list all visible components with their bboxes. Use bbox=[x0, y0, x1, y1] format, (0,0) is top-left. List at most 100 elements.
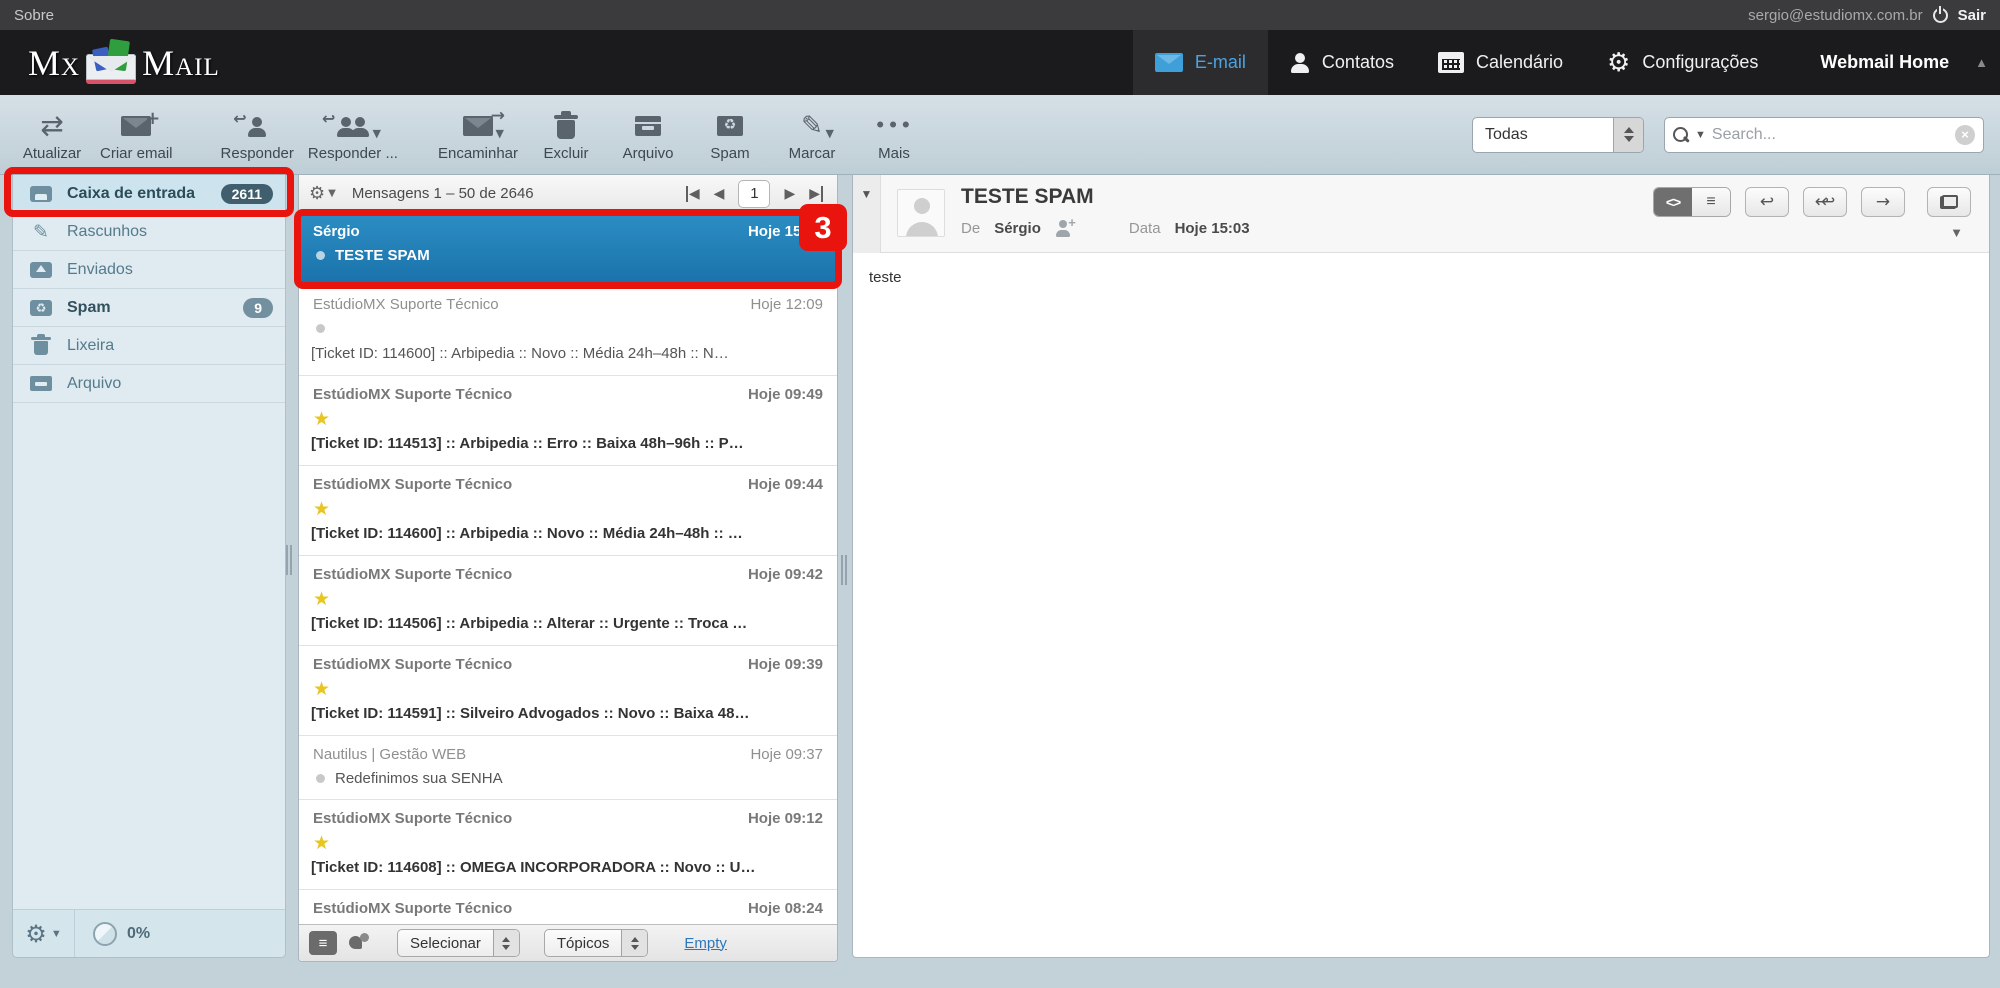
nav-webmail-home[interactable]: Webmail Home bbox=[1780, 52, 1975, 73]
sender: Nautilus | Gestão WEB bbox=[313, 746, 466, 763]
about-link[interactable]: Sobre bbox=[14, 7, 54, 24]
prev-page-button[interactable]: ◀ bbox=[714, 186, 725, 202]
page-input[interactable] bbox=[738, 180, 770, 208]
list-splitter[interactable] bbox=[841, 555, 849, 585]
more-button[interactable]: ••• Mais bbox=[856, 104, 932, 166]
inbox-icon bbox=[30, 186, 52, 202]
archive-folder-icon bbox=[30, 376, 52, 391]
trash-label: Lixeira bbox=[67, 337, 273, 355]
archive-button[interactable]: Arquivo bbox=[610, 104, 686, 166]
search-options-caret-icon[interactable]: ▼ bbox=[1695, 129, 1706, 141]
date: Hoje 12:09 bbox=[750, 296, 823, 313]
forward-button[interactable]: → ▼ Encaminhar bbox=[434, 104, 522, 166]
mark-button[interactable]: ✎ ▼ Marcar bbox=[774, 104, 850, 166]
unread-dot-icon[interactable] bbox=[316, 324, 325, 333]
unread-dot-icon[interactable] bbox=[316, 774, 325, 783]
message-row[interactable]: EstúdioMX Suporte TécnicoHoje 12:09 [Tic… bbox=[299, 286, 837, 376]
sidebar-item-inbox[interactable]: Caixa de entrada 2611 bbox=[13, 175, 285, 213]
date: Hoje 15:03 bbox=[748, 223, 823, 240]
list-mode-button[interactable]: ≡ bbox=[309, 931, 337, 955]
last-page-button[interactable]: ▶ bbox=[809, 186, 823, 202]
collapse-headers-button[interactable]: ▼ bbox=[853, 175, 881, 253]
refresh-button[interactable]: ⇄ Atualizar bbox=[14, 104, 90, 166]
logo-text-mail: Mail bbox=[142, 42, 220, 84]
first-page-button[interactable]: ◀ bbox=[686, 186, 700, 202]
message-row[interactable]: EstúdioMX Suporte TécnicoHoje 09:44 ★[Ti… bbox=[299, 466, 837, 556]
reply-button[interactable]: ↩ Responder bbox=[217, 104, 298, 166]
message-row[interactable]: SérgioHoje 15:03 TESTE SPAM bbox=[299, 213, 837, 286]
forward-quick-button[interactable]: → bbox=[1861, 187, 1905, 217]
nav-calendario[interactable]: Calendário bbox=[1416, 30, 1585, 95]
open-new-window-button[interactable] bbox=[1927, 187, 1971, 217]
sidebar-item-spam[interactable]: Spam 9 bbox=[13, 289, 285, 327]
reply-quick-button[interactable]: ↩ bbox=[1745, 187, 1789, 217]
topics-dropdown[interactable]: Tópicos bbox=[544, 929, 649, 957]
archive-label: Arquivo bbox=[67, 375, 273, 393]
app-header: Mx Mail E-mail Contatos Calendário ⚙ Con… bbox=[0, 30, 2000, 95]
message-row[interactable]: EstúdioMX Suporte TécnicoHoje 09:42 ★[Ti… bbox=[299, 556, 837, 646]
text-view-button[interactable]: ≡ bbox=[1692, 188, 1730, 216]
stepper-icon bbox=[493, 930, 519, 956]
sidebar-splitter[interactable] bbox=[286, 545, 294, 575]
star-icon[interactable]: ★ bbox=[313, 590, 335, 612]
spam-button[interactable]: Spam bbox=[692, 104, 768, 166]
message-row[interactable]: Nautilus | Gestão WEBHoje 09:37 Redefini… bbox=[299, 736, 837, 800]
star-icon[interactable]: ★ bbox=[313, 834, 335, 856]
star-icon[interactable]: ★ bbox=[313, 410, 335, 432]
message-row[interactable]: EstúdioMX Suporte TécnicoHoje 09:49 ★[Ti… bbox=[299, 376, 837, 466]
spam-icon bbox=[717, 116, 743, 136]
list-options-button[interactable]: ⚙▼ bbox=[309, 183, 336, 204]
reply-icon: ↩ bbox=[247, 115, 267, 137]
reply-all-button[interactable]: ↩ ▼ Responder ... bbox=[304, 104, 402, 166]
sidebar-item-drafts[interactable]: ✎ Rascunhos bbox=[13, 213, 285, 251]
collapse-header-icon[interactable]: ▲ bbox=[1975, 55, 2000, 70]
archive-icon bbox=[635, 116, 661, 136]
archive-label: Arquivo bbox=[623, 145, 674, 162]
search-box: ▼ × bbox=[1664, 117, 1984, 153]
subject: Redefinimos sua SENHA bbox=[335, 770, 503, 787]
search-input[interactable] bbox=[1712, 126, 1949, 144]
logout-button[interactable]: Sair bbox=[1958, 7, 1986, 24]
sidebar-item-trash[interactable]: Lixeira bbox=[13, 327, 285, 365]
nav-configuracoes[interactable]: ⚙ Configurações bbox=[1585, 30, 1780, 95]
message-row[interactable]: EstúdioMX Suporte TécnicoHoje 09:39 ★[Ti… bbox=[299, 646, 837, 736]
sidebar-item-sent[interactable]: Enviados bbox=[13, 251, 285, 289]
caret-down-icon: ▼ bbox=[51, 928, 62, 940]
add-contact-icon[interactable]: + bbox=[1055, 219, 1075, 237]
app-logo: Mx Mail bbox=[28, 40, 220, 86]
next-page-button[interactable]: ▶ bbox=[784, 186, 795, 202]
nav-contatos[interactable]: Contatos bbox=[1268, 30, 1416, 95]
star-icon[interactable]: ★ bbox=[313, 500, 335, 522]
thread-mode-icon[interactable] bbox=[347, 932, 373, 954]
subject: [Ticket ID: 114600] :: Arbipedia :: Novo… bbox=[311, 345, 823, 362]
forward-label: Encaminhar bbox=[438, 145, 518, 162]
folder-actions-button[interactable]: ⚙ ▼ bbox=[13, 910, 75, 957]
reply-label: Responder bbox=[221, 145, 294, 162]
subject: [Ticket ID: 114513] :: Arbipedia :: Erro… bbox=[311, 435, 823, 452]
reply-all-quick-button[interactable]: ↩↩ bbox=[1803, 187, 1847, 217]
more-headers-caret-icon[interactable]: ▼ bbox=[1950, 225, 1963, 240]
star-icon[interactable]: ★ bbox=[313, 680, 335, 702]
message-row[interactable]: EstúdioMX Suporte TécnicoHoje 08:24 bbox=[299, 890, 837, 924]
nav-email[interactable]: E-mail bbox=[1133, 30, 1268, 95]
person-icon bbox=[1290, 53, 1310, 73]
search-clear-icon[interactable]: × bbox=[1955, 125, 1975, 145]
sender: EstúdioMX Suporte Técnico bbox=[313, 476, 512, 493]
sidebar-item-archive[interactable]: Arquivo bbox=[13, 365, 285, 403]
more-label: Mais bbox=[878, 145, 910, 162]
empty-folder-link[interactable]: Empty bbox=[684, 935, 727, 952]
select-dropdown[interactable]: Selecionar bbox=[397, 929, 520, 957]
drafts-label: Rascunhos bbox=[67, 223, 273, 241]
subject: [Ticket ID: 114608] :: OMEGA INCORPORADO… bbox=[311, 859, 823, 876]
compose-button[interactable]: + Criar email bbox=[96, 104, 177, 166]
message-row[interactable]: EstúdioMX Suporte TécnicoHoje 09:12 ★[Ti… bbox=[299, 800, 837, 890]
main-area: Caixa de entrada 2611 ✎ Rascunhos Enviad… bbox=[0, 175, 2000, 988]
scope-filter-select[interactable]: Todas bbox=[1472, 117, 1644, 153]
calendar-icon bbox=[1438, 52, 1464, 73]
delete-button[interactable]: Excluir bbox=[528, 104, 604, 166]
search-icon[interactable] bbox=[1673, 127, 1689, 143]
message-subject: TESTE SPAM bbox=[961, 185, 1094, 209]
refresh-icon: ⇄ bbox=[40, 112, 63, 140]
unread-dot-icon[interactable] bbox=[316, 251, 325, 260]
html-view-button[interactable]: <> bbox=[1654, 188, 1692, 216]
